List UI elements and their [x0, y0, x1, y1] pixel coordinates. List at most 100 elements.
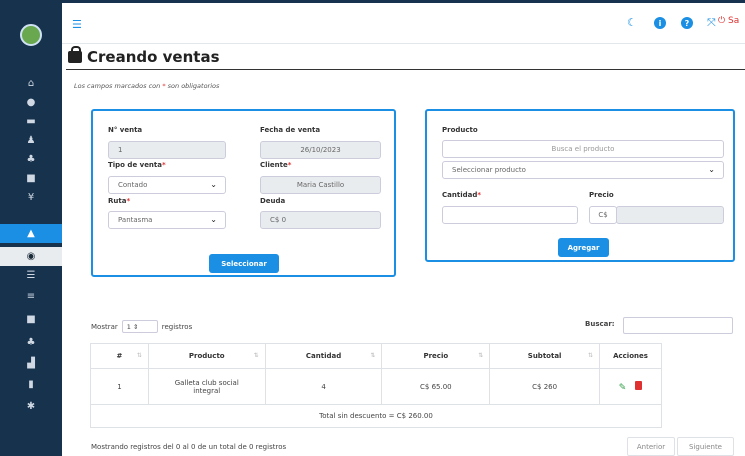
col-subtotal[interactable]: Subtotal ⇅ — [489, 343, 601, 369]
cliente-label-text: Cliente — [260, 161, 288, 169]
help-icon[interactable]: ? — [681, 17, 693, 29]
ruta-label: Ruta* — [108, 197, 130, 205]
menu-icon[interactable]: ≡ — [0, 287, 62, 306]
shopping-bag-icon — [68, 46, 82, 63]
col-producto[interactable]: Producto ⇅ — [147, 343, 266, 369]
row-producto: Galleta club social integral — [147, 368, 266, 405]
home-icon[interactable]: ⌂ — [0, 74, 62, 93]
truck-icon[interactable]: ▬ — [0, 112, 62, 131]
col-precio[interactable]: Precio ⇅ — [381, 343, 491, 369]
tablet-icon[interactable]: ▮ — [0, 375, 62, 394]
show-label: Mostrar — [91, 322, 118, 331]
product-select-value: Seleccionar producto — [452, 166, 526, 174]
chevron-down-icon: ⌄ — [210, 180, 217, 189]
gear-icon[interactable]: ✱ — [0, 397, 62, 416]
power-icon: ⏻ — [718, 16, 726, 26]
table-row: 1 Galleta club social integral 4 C$ 65.0… — [90, 368, 662, 405]
producto-label: Producto — [442, 126, 478, 134]
col-cantidad[interactable]: Cantidad ⇅ — [264, 343, 383, 369]
sort-icon: ⇅ — [478, 352, 484, 359]
tipo-required-star: * — [162, 161, 166, 169]
cliente-label: Cliente* — [260, 161, 291, 169]
numero-label: N° venta — [108, 126, 143, 134]
user-icon[interactable]: ♟ — [0, 131, 62, 150]
edit-pencil-icon[interactable]: ✎ — [619, 383, 627, 393]
pagination-info: Mostrando registros del 0 al 0 de un tot… — [91, 443, 287, 451]
total-text: Total sin descuento = C$ 260.00 — [90, 404, 662, 428]
sidebar: ⌂ ● ▬ ♟ ♣ ■ ¥ ▲ ◉ ☰ ≡ ■ ♣ ▟ ▮ ✱ — [0, 0, 62, 456]
group-icon[interactable]: ♣ — [0, 333, 62, 352]
ruta-required-star: * — [126, 197, 131, 205]
tipo-label-text: Tipo de venta — [108, 161, 162, 169]
tipo-label: Tipo de venta* — [108, 161, 166, 169]
page-length-control: Mostrar 1 ⇕ registros — [91, 320, 192, 333]
fullscreen-icon[interactable]: ⤧ — [707, 16, 716, 30]
topbar-accent — [62, 0, 745, 3]
page-title-text: Creando ventas — [87, 48, 220, 66]
cantidad-input[interactable] — [442, 206, 578, 224]
required-note-suffix: son obligatorios — [165, 82, 220, 90]
sort-icon: ⇅ — [136, 352, 142, 359]
cantidad-label-text: Cantidad — [442, 191, 478, 199]
vehicle-icon[interactable]: ■ — [0, 310, 62, 329]
col-cantidad-label: Cantidad — [305, 352, 342, 360]
row-producto-line1: Galleta club social — [174, 378, 239, 387]
topbar: ☰ ☾ i ? ⤧ ⏻ Sa — [62, 0, 745, 44]
total-row: Total sin descuento = C$ 260.00 — [90, 404, 662, 428]
sort-icon: ⇕ — [132, 323, 139, 331]
tipo-value: Contado — [118, 181, 148, 189]
cliente-required-star: * — [287, 161, 292, 169]
col-number[interactable]: # ⇅ — [90, 343, 149, 369]
prev-page-button[interactable]: Anterior — [627, 437, 675, 456]
cart-icon[interactable]: ¥ — [0, 188, 62, 207]
sort-icon: ⇅ — [370, 352, 376, 359]
hamburger-icon[interactable]: ☰ — [72, 18, 82, 31]
sales-bag-icon[interactable]: ▲ — [0, 224, 62, 243]
records-label: registros — [161, 322, 193, 331]
circle-icon[interactable]: ◉ — [0, 247, 62, 266]
users-icon[interactable]: ♣ — [0, 150, 62, 169]
product-select[interactable]: Seleccionar producto ⌄ — [442, 161, 724, 179]
deuda-field: C$ 0 — [260, 211, 381, 229]
precio-field — [616, 206, 724, 224]
page-length-select[interactable]: 1 ⇕ — [121, 320, 158, 333]
product-search-input[interactable]: Busca el producto — [442, 140, 724, 158]
eye-icon[interactable]: ● — [0, 93, 62, 112]
info-icon[interactable]: i — [654, 17, 666, 29]
cantidad-label: Cantidad* — [442, 191, 481, 199]
car-icon[interactable]: ■ — [0, 169, 62, 188]
moon-icon[interactable]: ☾ — [627, 16, 637, 29]
trash-icon[interactable] — [635, 380, 643, 390]
row-cantidad: 4 — [264, 368, 383, 405]
app-logo — [20, 24, 42, 46]
sale-panel: N° venta 1 Fecha de venta 26/10/2023 Tip… — [91, 109, 396, 277]
tipo-select[interactable]: Contado ⌄ — [108, 176, 226, 194]
add-button[interactable]: Agregar — [558, 238, 609, 257]
ruta-label-text: Ruta — [108, 197, 127, 205]
search-input[interactable] — [623, 317, 733, 334]
col-number-label: # — [116, 352, 123, 360]
title-divider — [66, 69, 745, 70]
next-page-button[interactable]: Siguiente — [677, 437, 734, 456]
numero-field: 1 — [108, 141, 226, 159]
page-length-value: 1 — [126, 323, 131, 331]
logout-label: Sa — [728, 16, 740, 26]
sort-icon: ⇅ — [587, 352, 594, 359]
product-panel: Producto Busca el producto Seleccionar p… — [425, 109, 735, 262]
search-label: Buscar: — [585, 320, 615, 328]
deuda-label: Deuda — [260, 197, 286, 205]
row-producto-line2: integral — [193, 386, 221, 395]
logout-button[interactable]: ⏻ Sa — [718, 16, 739, 26]
chart-icon[interactable]: ▟ — [0, 354, 62, 373]
col-producto-label: Producto — [188, 352, 225, 360]
page-title: Creando ventas — [68, 46, 220, 66]
row-precio: C$ 65.00 — [381, 368, 491, 405]
col-subtotal-label: Subtotal — [527, 352, 562, 360]
list-icon[interactable]: ☰ — [0, 266, 62, 285]
row-subtotal: C$ 260 — [489, 368, 601, 405]
select-button[interactable]: Seleccionar — [209, 254, 279, 273]
ruta-select[interactable]: Pantasma ⌄ — [108, 211, 226, 229]
sort-icon: ⇅ — [253, 352, 259, 359]
row-actions: ✎ — [599, 368, 662, 405]
col-acciones: Acciones — [599, 343, 662, 369]
